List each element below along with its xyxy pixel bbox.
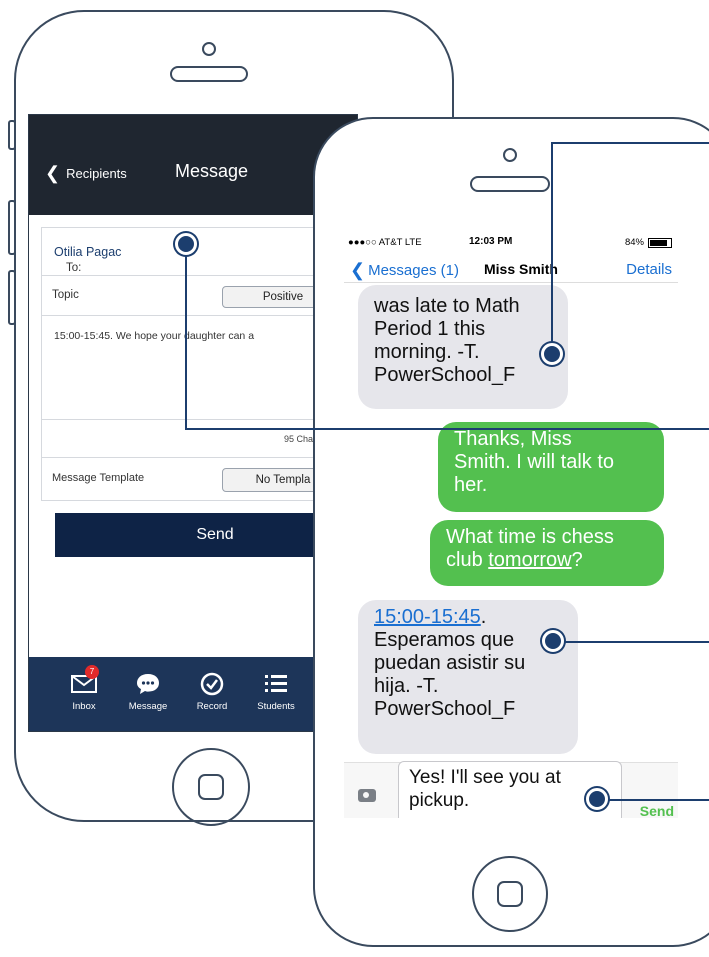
left-phone-camera bbox=[202, 42, 216, 56]
tab-bar: 7 Inbox Message Record Students bbox=[29, 657, 357, 731]
page-title: Message bbox=[175, 161, 249, 181]
message-bubble-incoming: 15:00-15:45. Esperamos que puedan asisti… bbox=[358, 600, 578, 754]
carrier-label: ●●●○○ AT&T LTE bbox=[348, 237, 422, 248]
list-icon bbox=[265, 675, 287, 692]
status-time: 12:03 PM bbox=[469, 236, 513, 247]
contact-name: Miss Smith bbox=[484, 261, 558, 277]
to-field[interactable]: To: Otilia Pagac bbox=[41, 227, 357, 277]
left-phone-speaker bbox=[170, 66, 248, 82]
left-phone-home-button[interactable] bbox=[172, 748, 250, 826]
message-link[interactable]: tomorrow bbox=[488, 549, 571, 571]
tab-label: Message bbox=[128, 701, 168, 712]
message-bubble-outgoing: Thanks, Miss Smith. I will talk to her. bbox=[438, 422, 664, 512]
back-label: Recipients bbox=[66, 166, 127, 181]
template-row: Message Template No Templa bbox=[41, 457, 357, 501]
callout-dot bbox=[175, 233, 197, 255]
right-phone-camera bbox=[503, 148, 517, 162]
left-nav-bar: ❮ Recipients Message bbox=[29, 115, 357, 215]
battery-icon bbox=[648, 237, 672, 248]
left-screen: ❮ Recipients Message To: Otilia Pagac To… bbox=[28, 114, 358, 732]
battery-percent: 84% bbox=[624, 237, 644, 248]
left-phone-side-button bbox=[8, 120, 16, 150]
status-bar: ●●●○○ AT&T LTE 12:03 PM 84% bbox=[344, 232, 678, 252]
tab-students[interactable]: Students bbox=[251, 657, 301, 731]
callout-line bbox=[185, 243, 187, 429]
tab-record[interactable]: Record bbox=[187, 657, 237, 731]
messages-nav-bar: ❮ Messages (1) Miss Smith Details bbox=[344, 252, 678, 283]
recipients-back-button[interactable]: ❮ Recipients bbox=[45, 163, 127, 184]
back-label: Messages (1) bbox=[368, 262, 459, 279]
topic-label: Topic bbox=[52, 289, 79, 301]
chat-bubble-icon bbox=[137, 674, 159, 694]
character-count-row: 95 Characters re bbox=[41, 419, 357, 459]
inbox-badge: 7 bbox=[85, 665, 99, 679]
message-bubble-outgoing: What time is chess club tomorrow? bbox=[430, 520, 664, 586]
to-recipient: Otilia Pagac bbox=[54, 245, 122, 259]
left-phone-volume-up bbox=[8, 200, 16, 255]
callout-line bbox=[551, 142, 553, 352]
message-text: 15:00-15:45. We hope your daughter can a bbox=[54, 330, 255, 342]
tab-label: Inbox bbox=[72, 701, 96, 712]
chevron-left-icon: ❮ bbox=[350, 260, 366, 280]
message-text: ? bbox=[571, 549, 583, 571]
tab-inbox[interactable]: 7 Inbox bbox=[59, 657, 109, 731]
callout-line bbox=[185, 428, 709, 430]
right-screen: ●●●○○ AT&T LTE 12:03 PM 84% ❮ Messages (… bbox=[344, 232, 678, 818]
chevron-left-icon: ❮ bbox=[45, 163, 61, 183]
callout-dot bbox=[541, 343, 563, 365]
left-phone-volume-down bbox=[8, 270, 16, 325]
topic-row: Topic Positive bbox=[41, 275, 357, 317]
time-link[interactable]: 15:00-15:45 bbox=[374, 606, 481, 628]
callout-dot bbox=[586, 788, 608, 810]
send-button[interactable]: Send bbox=[640, 803, 674, 818]
right-phone-speaker bbox=[470, 176, 550, 192]
message-input[interactable]: Yes! I'll see you at pickup. bbox=[398, 761, 622, 818]
message-bubble-incoming: was late to Math Period 1 this morning. … bbox=[358, 285, 568, 409]
tab-label: Students bbox=[257, 701, 295, 712]
details-button[interactable]: Details bbox=[626, 261, 672, 278]
callout-dot bbox=[542, 630, 564, 652]
callout-line bbox=[562, 641, 709, 643]
callout-line bbox=[606, 799, 709, 801]
tab-message[interactable]: Message bbox=[123, 657, 173, 731]
check-circle-icon bbox=[200, 672, 224, 696]
messages-back-button[interactable]: ❮ Messages (1) bbox=[350, 260, 459, 281]
right-phone-home-button[interactable] bbox=[472, 856, 548, 932]
to-label: To: bbox=[66, 262, 82, 274]
tab-label: Record bbox=[196, 701, 228, 712]
callout-line bbox=[551, 142, 709, 144]
template-label: Message Template bbox=[52, 472, 145, 484]
message-body-field[interactable]: 15:00-15:45. We hope your daughter can a bbox=[41, 315, 357, 421]
camera-icon[interactable] bbox=[358, 789, 376, 802]
compose-bar: Yes! I'll see you at pickup. Send bbox=[344, 761, 678, 818]
